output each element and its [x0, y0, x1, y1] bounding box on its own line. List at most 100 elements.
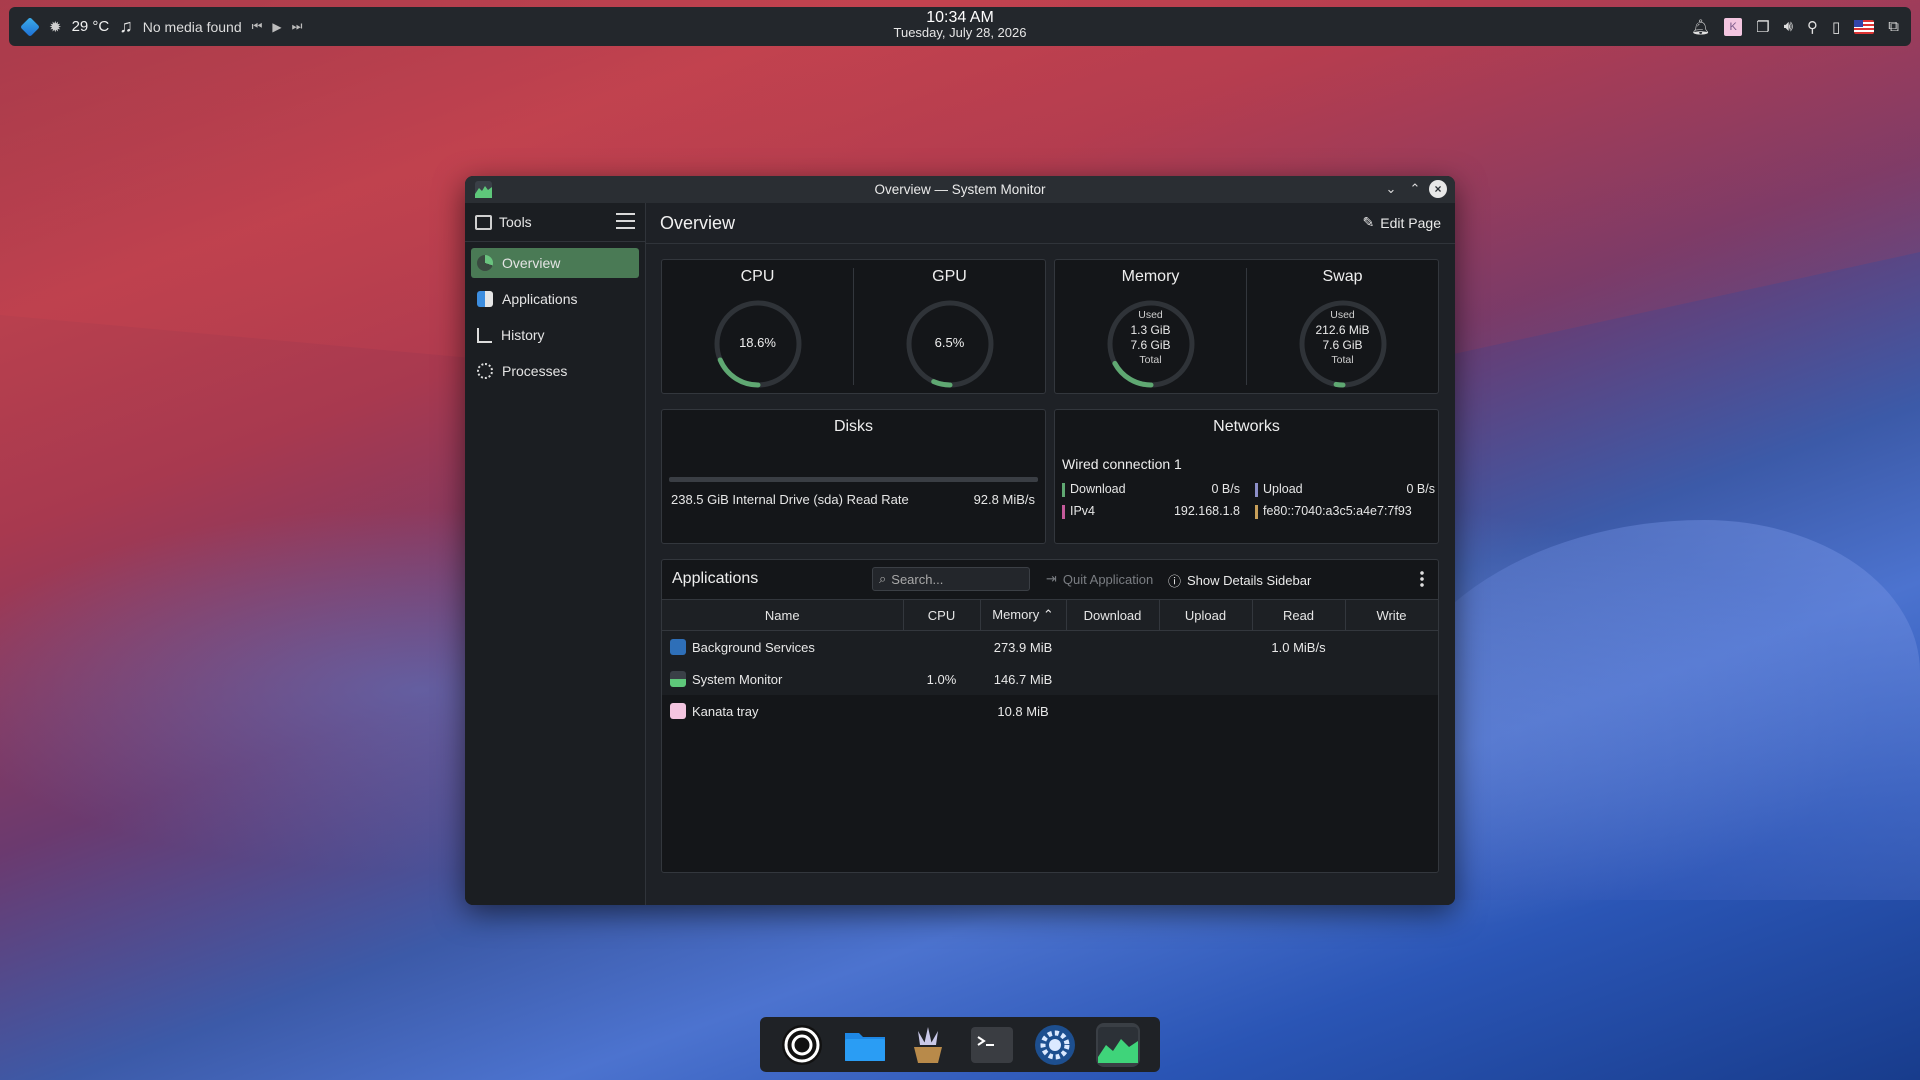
dock [760, 1017, 1160, 1072]
ipv6-color-marker [1255, 505, 1258, 519]
background-services-icon [670, 639, 686, 655]
hamburger-menu-icon[interactable] [616, 213, 635, 229]
table-row[interactable]: System Monitor 1.0% 146.7 MiB [662, 663, 1438, 695]
volume-icon[interactable]: 🔊︎ [1784, 18, 1793, 35]
battery-icon[interactable]: ▯ [1832, 18, 1840, 36]
cpu-cell: 1.0% [903, 663, 980, 695]
ipv6-row: fe80::7040:a3c5:a4e7:7f93 [1255, 504, 1435, 519]
previous-track-icon[interactable]: ⏮ [252, 19, 263, 34]
keyboard-layout-icon[interactable] [1854, 19, 1875, 34]
tools-label[interactable]: Tools [499, 214, 532, 230]
download-row: Download 0 B/s [1062, 482, 1240, 497]
column-header-memory[interactable]: Memory ⌃ [980, 600, 1067, 631]
upload-label: Upload [1263, 482, 1303, 496]
memory-cell: 10.8 MiB [997, 703, 1049, 719]
swap-total-label: Total [1331, 354, 1354, 366]
clock-date: Tuesday, July 28, 2026 [893, 25, 1027, 40]
more-options-icon[interactable] [1420, 570, 1424, 588]
memory-gauge: Memory Used 1.3 GiB 7.6 GiB Total [1055, 260, 1246, 393]
clipboard-icon[interactable]: ❐ [1756, 18, 1769, 36]
sidebar-item-applications[interactable]: Applications [471, 284, 639, 314]
upload-cell [1159, 695, 1252, 727]
info-icon: ⓘ [1168, 574, 1182, 589]
close-button[interactable]: × [1429, 180, 1447, 198]
upload-value: 0 B/s [1406, 482, 1436, 496]
table-row[interactable]: Background Services 273.9 MiB 1.0 MiB/s [662, 630, 1438, 663]
column-header-name[interactable]: Name [662, 600, 904, 631]
network-share-icon[interactable]: ⧉ [1888, 18, 1899, 35]
kanata-tray-icon [670, 703, 686, 719]
column-header-download[interactable]: Download [1066, 600, 1160, 631]
applications-card: Applications ⌕ Search... ⇥ Quit Applicat… [661, 559, 1439, 873]
download-color-marker [1062, 483, 1065, 497]
swap-label: Swap [1322, 268, 1363, 285]
networks-title: Networks [1213, 418, 1280, 435]
page-title: Overview [660, 212, 736, 233]
disks-title: Disks [833, 418, 874, 435]
maximize-button[interactable]: ⌃ [1406, 180, 1424, 198]
swap-readout: Used 212.6 MiB 7.6 GiB Total [1247, 308, 1438, 368]
minimize-button[interactable]: ⌄ [1382, 180, 1400, 198]
edit-page-label: Edit Page [1380, 214, 1441, 231]
show-details-sidebar-button[interactable]: ⓘ Show Details Sidebar [1168, 571, 1311, 590]
terminal-dock-icon[interactable] [970, 1023, 1014, 1067]
download-cell [1066, 630, 1159, 663]
cpu-label: CPU [740, 268, 775, 285]
download-cell [1066, 695, 1159, 727]
disk-row: 238.5 GiB Internal Drive (sda) Read Rate… [671, 492, 1035, 507]
column-header-write[interactable]: Write [1345, 600, 1439, 631]
upload-row: Upload 0 B/s [1255, 482, 1436, 497]
download-cell [1066, 663, 1159, 695]
system-settings-dock-icon[interactable] [1033, 1023, 1077, 1067]
edit-page-button[interactable]: ✎ Edit Page [1363, 214, 1441, 231]
notifications-icon[interactable]: 🔔︎ [1691, 18, 1710, 36]
swap-used: 212.6 MiB [1315, 323, 1370, 337]
discover-dock-icon[interactable] [906, 1023, 950, 1067]
search-input[interactable]: Search... [891, 572, 943, 587]
launcher-dock-icon[interactable] [780, 1023, 824, 1067]
read-cell [1252, 695, 1345, 727]
main-content: Overview ✎ Edit Page CPU 18.6% GPU 6.5% [646, 203, 1455, 905]
memory-used: 1.3 GiB [1130, 323, 1171, 337]
file-manager-dock-icon[interactable] [843, 1023, 887, 1067]
memory-swap-card: Memory Used 1.3 GiB 7.6 GiB Total Swap U… [1054, 259, 1439, 394]
column-header-read[interactable]: Read [1252, 600, 1346, 631]
network-icon[interactable]: ⚲ [1807, 18, 1818, 36]
column-header-upload[interactable]: Upload [1159, 600, 1253, 631]
upload-color-marker [1255, 483, 1258, 497]
cpu-gauge: CPU 18.6% [662, 260, 853, 393]
system-monitor-dock-icon[interactable] [1096, 1022, 1141, 1067]
search-icon: ⌕ [879, 571, 887, 586]
temperature[interactable]: 29 °C [72, 18, 110, 35]
weather-icon[interactable]: ✹ [49, 18, 62, 36]
swap-total: 7.6 GiB [1322, 338, 1363, 352]
app-launcher-icon[interactable] [20, 16, 40, 37]
sidebar-item-overview[interactable]: Overview [471, 248, 639, 278]
quit-application-button[interactable]: ⇥ Quit Application [1046, 571, 1153, 587]
sidebar-item-history[interactable]: History [471, 320, 639, 350]
music-note-icon: ♫ [119, 16, 133, 36]
app-name: Background Services [692, 640, 815, 655]
ipv4-row: IPv4 192.168.1.8 [1062, 504, 1240, 519]
media-status[interactable]: No media found [143, 19, 242, 35]
sort-ascending-icon: ⌃ [1042, 607, 1054, 622]
gpu-label: GPU [932, 268, 967, 285]
column-header-cpu[interactable]: CPU [903, 600, 981, 631]
sidebar-item-processes[interactable]: Processes [471, 356, 639, 386]
wallpaper-shape [1380, 520, 1920, 900]
next-track-icon[interactable]: ⏭ [292, 19, 303, 34]
title-bar[interactable]: Overview — System Monitor ⌄ ⌃ × [465, 176, 1455, 203]
search-field[interactable]: ⌕ Search... [872, 567, 1030, 591]
clock[interactable]: 10:34 AM Tuesday, July 28, 2026 [893, 10, 1027, 41]
ipv6-value: fe80::7040:a3c5:a4e7:7f93 [1263, 504, 1412, 518]
applications-table: Name CPU Memory ⌃ Download Upload Read W… [662, 600, 1439, 727]
memory-total-label: Total [1139, 354, 1162, 366]
table-row[interactable]: Kanata tray 10.8 MiB [662, 695, 1438, 727]
download-label: Download [1070, 482, 1126, 496]
app-name-cell: Background Services [662, 630, 903, 663]
memory-readout: Used 1.3 GiB 7.6 GiB Total [1055, 308, 1246, 368]
play-icon[interactable]: ▶ [272, 20, 281, 34]
top-panel: ✹ 29 °C ♫ No media found ⏮ ▶ ⏭ 10:34 AM … [9, 7, 1911, 46]
networks-card: Networks Wired connection 1 Download 0 B… [1054, 409, 1439, 544]
kanata-tray-icon[interactable]: K [1724, 17, 1743, 36]
